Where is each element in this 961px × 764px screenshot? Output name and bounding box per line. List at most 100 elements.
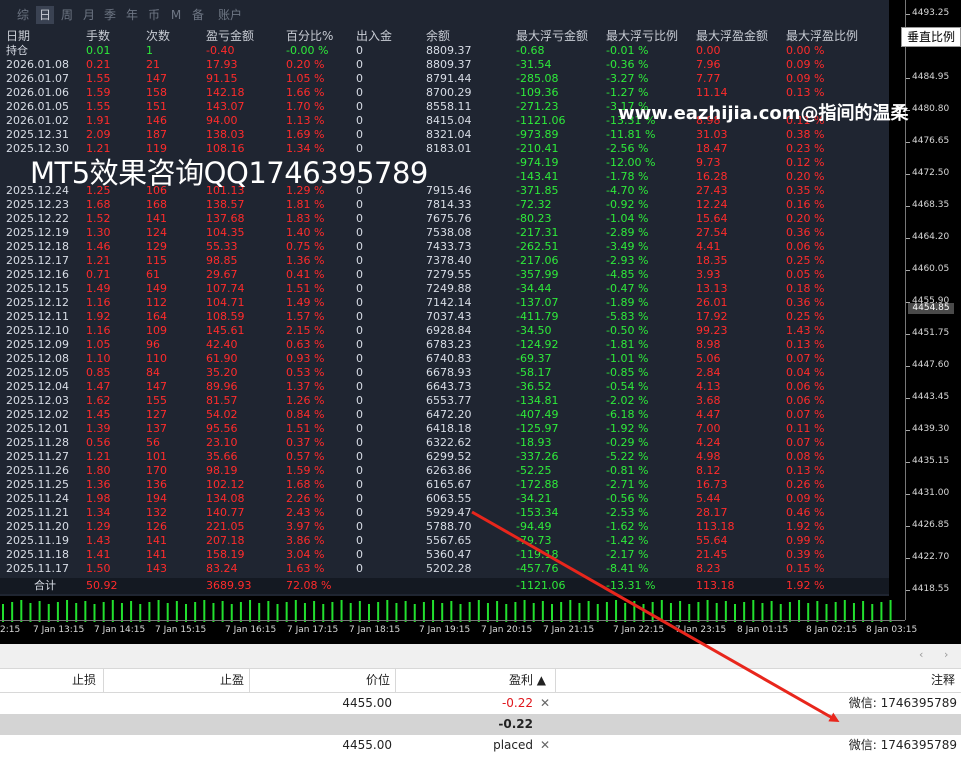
period-tab[interactable]: 综 [14,6,32,24]
volume-bar [84,601,87,622]
vertical-scale-button[interactable]: 垂直比例 [901,27,961,47]
cell: 2025.12.17 [6,254,69,267]
cell: 1.55 [86,100,111,113]
table-row: 2026.01.06 1.59 158 142.18 1.66 % 0 8700.29 -10… [0,86,889,100]
period-tab[interactable]: 月 [80,6,98,24]
cell: 1.16 [86,296,111,309]
cell: 81.57 [206,394,238,407]
price-label: 4484.95 [912,72,950,82]
trade-row[interactable]: 4455.00 placed ✕ 微信: 1746395789 [0,735,961,756]
close-icon[interactable]: ✕ [539,693,551,714]
volume-bar [770,601,773,622]
column-comment[interactable]: 注释 [556,668,955,692]
period-tab[interactable]: M [167,6,185,24]
cell: 1.52 [86,212,111,225]
cell: 4.13 [696,380,721,393]
cell: 8.12 [696,464,721,477]
period-tab[interactable]: 账户 [215,6,245,24]
cell: -1.01 % [606,352,649,365]
price-label: 4468.35 [912,200,950,210]
volume-bar [477,600,480,622]
column-header[interactable]: 手数 [86,29,110,43]
cell: 2025.11.21 [6,506,69,519]
cell: 6740.83 [426,352,472,365]
chevron-right-icon[interactable]: › [944,648,948,661]
cell: 21 [146,58,160,71]
cell: 0.00 [696,44,721,57]
column-price[interactable]: 价位 [250,668,390,692]
period-tab[interactable]: 币 [145,6,163,24]
price-label: 4460.05 [912,264,950,274]
table-row: 2025.12.02 1.45 127 54.02 0.84 % 0 6472.20 -407… [0,408,889,422]
time-label: 7 Jan 15:15 [155,625,207,635]
cell: 1.37 % [286,380,325,393]
cell: 0 [356,394,363,407]
price-tick [906,366,910,367]
cell: -72.32 [516,198,552,211]
cell: -407.49 [516,408,559,421]
column-header[interactable]: 最大浮亏比例 [606,29,678,43]
cell: 61.90 [206,352,238,365]
cell: 7.00 [696,422,721,435]
volume-bar [285,602,288,622]
column-stop-loss[interactable]: 止损 [0,668,96,692]
column-header[interactable]: 百分比% [286,29,333,43]
cell: 54.02 [206,408,238,421]
cell: 3.97 % [286,520,325,533]
table-row: 2025.12.17 1.21 115 98.85 1.36 % 0 7378.40 -217… [0,254,889,268]
column-header[interactable]: 最大浮盈比例 [786,29,858,43]
cell: 6299.52 [426,450,472,463]
column-header[interactable]: 最大浮盈金额 [696,29,768,43]
column-header[interactable]: 次数 [146,29,170,43]
volume-bar [496,601,499,622]
time-axis[interactable]: 2:15 7 Jan 13:15 7 Jan 14:15 7 Jan 15:15 7 J… [0,620,917,639]
cell: 138.03 [206,128,245,141]
volume-bar [660,600,663,622]
period-tab[interactable]: 日 [36,6,54,24]
volume-bar [194,602,197,622]
volume-bar [175,601,178,622]
table-row: 2025.11.27 1.21 101 35.66 0.57 % 0 6299.52 -337… [0,450,889,464]
cell: 0 [356,534,363,547]
cell: 1.68 [86,198,111,211]
price-axis[interactable]: 4493.254488.904484.954480.804476.654472.… [905,0,961,620]
cell: 1.36 [86,478,111,491]
cell: 16.73 [696,478,728,491]
cell: 5929.47 [426,506,472,519]
price-label: 4464.20 [912,232,950,242]
cell: 8809.37 [426,58,472,71]
column-header[interactable]: 余额 [426,29,450,43]
cell: 8558.11 [426,100,472,113]
cell: 0.00 % [786,44,825,57]
time-label: 7 Jan 14:15 [94,625,146,635]
volume-bar [679,601,682,622]
close-icon[interactable]: ✕ [539,735,551,756]
column-header[interactable]: 盈亏金额 [206,29,254,43]
period-tab[interactable]: 季 [101,6,119,24]
cell: -217.06 [516,254,559,267]
cell: 6553.77 [426,394,472,407]
column-profit[interactable]: 盈利 ▲ [396,668,546,692]
period-tab[interactable]: 周 [58,6,76,24]
column-header[interactable]: 出入金 [356,29,392,43]
cell: 155 [146,394,167,407]
chevron-left-icon[interactable]: ‹ [919,648,923,661]
column-header[interactable]: 日期 [6,29,30,43]
trade-row[interactable]: 4455.00 -0.22 ✕ 微信: 1746395789 [0,693,961,714]
column-take-profit[interactable]: 止盈 [104,668,244,692]
column-header[interactable]: 最大浮亏金额 [516,29,588,43]
cell: 1.66 % [286,86,325,99]
total-cell: 1.92 % [786,579,825,592]
chart-area[interactable]: 综日周月季年币 M 备账户 日期 手数 次数 盈亏金额 百分比% 出入金 余额 最大浮亏金额 最大浮… [0,0,961,644]
cell: 12.24 [696,198,728,211]
cell: 1.46 [86,240,111,253]
time-label: 8 Jan 02:15 [806,625,858,635]
cell: 109 [146,324,167,337]
period-tab[interactable]: 年 [123,6,141,24]
cell: 5788.70 [426,520,472,533]
price-tick [906,142,910,143]
cell: 146 [146,114,167,127]
cell: 0.09 % [786,72,825,85]
stats-panel: 综日周月季年币 M 备账户 日期 手数 次数 盈亏金额 百分比% 出入金 余额 最大浮亏金额 最大浮… [0,0,889,596]
period-tab[interactable]: 备 [189,6,207,24]
